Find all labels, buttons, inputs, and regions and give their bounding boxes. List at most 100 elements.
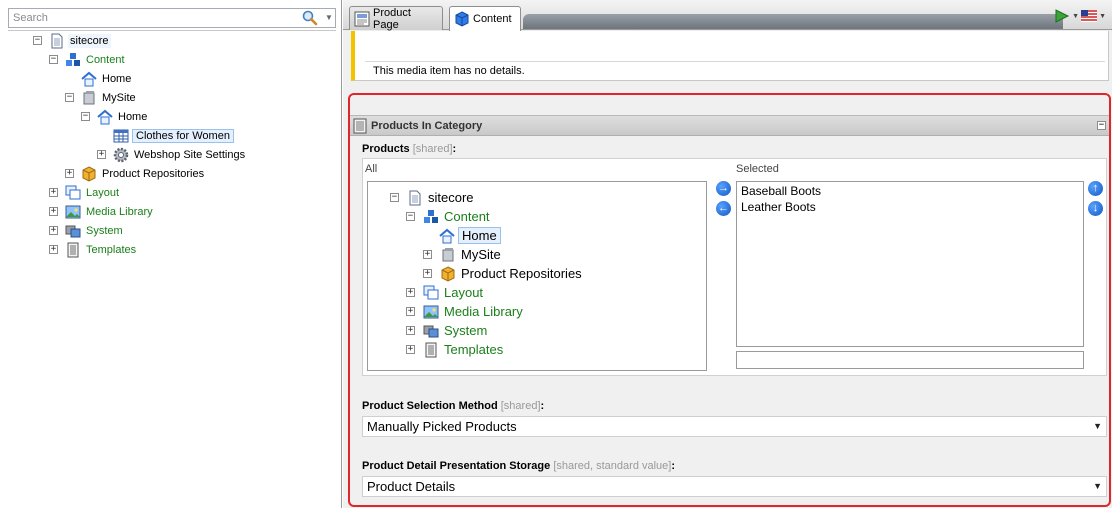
tab-content[interactable]: Content	[449, 6, 521, 31]
language-dropdown-icon[interactable]: ▼	[1099, 13, 1106, 20]
tree-node-sitecore[interactable]: − sitecore	[33, 31, 111, 50]
tree-node-home[interactable]: Home	[65, 69, 133, 88]
search-box[interactable]: ▼	[8, 8, 336, 28]
language-flag-icon[interactable]	[1081, 10, 1098, 22]
tree-label: Media Library	[444, 304, 523, 319]
content-tree-panel: ▼ − sitecore − Content Home − MySite	[0, 0, 342, 508]
template-icon	[67, 242, 79, 257]
expand-icon[interactable]: +	[423, 250, 432, 259]
template-icon	[425, 342, 437, 357]
tree-label: Content	[444, 209, 490, 224]
tab-product-page[interactable]: Product Page	[349, 6, 443, 31]
products-in-category-section: Products In Category − Products [shared]…	[348, 93, 1111, 507]
collapse-icon[interactable]: −	[390, 193, 399, 202]
collapse-icon[interactable]: −	[33, 36, 42, 45]
layout-icon	[423, 285, 439, 299]
expand-icon[interactable]: +	[406, 326, 415, 335]
divider	[365, 61, 1105, 62]
tree-node-templates[interactable]: + Templates	[406, 340, 505, 359]
image-icon	[423, 305, 439, 318]
tree-node-layout[interactable]: + Layout	[406, 283, 485, 302]
search-icon[interactable]	[301, 10, 319, 26]
section-header[interactable]: Products In Category −	[350, 115, 1109, 136]
selected-filter-input[interactable]	[736, 351, 1084, 369]
home-icon	[439, 228, 455, 243]
expand-icon[interactable]: +	[406, 307, 415, 316]
tree-node-layout[interactable]: + Layout	[49, 183, 121, 202]
tree-node-content[interactable]: − Content	[49, 50, 127, 69]
move-up-arrow-icon[interactable]: ↑	[1088, 181, 1103, 196]
selected-item[interactable]: Baseball Boots	[741, 184, 821, 198]
chevron-down-icon[interactable]: ▼	[1093, 477, 1102, 496]
tree-label: Layout	[444, 285, 484, 300]
collapse-icon[interactable]: −	[65, 93, 74, 102]
tree-node-mysite-home[interactable]: − Home	[81, 107, 149, 126]
system-icon	[423, 325, 439, 337]
tree-node-content[interactable]: − Content	[406, 207, 492, 226]
tree-node-media-library[interactable]: + Media Library	[406, 302, 525, 321]
expand-icon[interactable]: +	[49, 226, 58, 235]
move-down-arrow-icon[interactable]: ↓	[1088, 201, 1103, 216]
editor-panel: Product Page Content ▼ ▼ This media item…	[343, 0, 1112, 508]
tree-node-mysite[interactable]: + MySite	[423, 245, 503, 264]
select-value: Manually Picked Products	[367, 419, 517, 434]
grid-table-icon	[113, 129, 129, 142]
selection-method-select[interactable]: Manually Picked Products ▼	[362, 416, 1107, 437]
tree-node-media-library[interactable]: + Media Library	[49, 202, 155, 221]
expand-icon[interactable]: +	[97, 150, 106, 159]
document-icon	[409, 190, 421, 205]
tree-node-sitecore[interactable]: − sitecore	[390, 188, 476, 207]
section-collapse-icon[interactable]: −	[1097, 121, 1106, 130]
expand-icon[interactable]: +	[406, 288, 415, 297]
collapse-icon[interactable]: −	[49, 55, 58, 64]
home-icon	[97, 109, 113, 124]
collapse-icon[interactable]: −	[81, 112, 90, 121]
section-title: Products In Category	[371, 119, 483, 132]
select-value: Product Details	[367, 479, 456, 494]
selection-method-label: Product Selection Method [shared]:	[362, 400, 545, 412]
all-items-tree[interactable]: − sitecore − Content Home + MySite + Pro…	[367, 181, 707, 371]
tree-node-clothes-for-women[interactable]: Clothes for Women	[113, 126, 234, 145]
selected-items-list[interactable]: Baseball Boots Leather Boots	[736, 181, 1084, 347]
package-icon	[82, 165, 96, 182]
expand-icon[interactable]: +	[49, 245, 58, 254]
tree-node-system[interactable]: + System	[49, 221, 125, 240]
tree-label: Content	[86, 53, 125, 66]
selected-item[interactable]: Leather Boots	[741, 200, 816, 214]
tree-node-product-repositories[interactable]: + Product Repositories	[423, 264, 584, 283]
collapse-icon[interactable]: −	[406, 212, 415, 221]
expand-icon[interactable]: +	[65, 169, 74, 178]
remove-from-selected-arrow-icon[interactable]: ←	[716, 201, 731, 216]
tree-label: Templates	[86, 243, 137, 256]
navigate-icon[interactable]	[1054, 8, 1070, 24]
tree-node-templates[interactable]: + Templates	[49, 240, 138, 259]
tree-label-selected: Home	[458, 227, 501, 244]
expand-icon[interactable]: +	[406, 345, 415, 354]
products-field-label: Products [shared]:	[362, 143, 457, 155]
tree-label: Home	[118, 110, 148, 123]
expand-icon[interactable]: +	[49, 188, 58, 197]
media-message: This media item has no details.	[373, 65, 525, 77]
navigate-dropdown-icon[interactable]: ▼	[1072, 13, 1079, 20]
tree-node-product-repositories[interactable]: + Product Repositories	[65, 164, 206, 183]
expand-icon[interactable]: +	[423, 269, 432, 278]
products-multilist: All Selected − sitecore − Content Home +…	[362, 158, 1107, 376]
tree-node-system[interactable]: + System	[406, 321, 489, 340]
chevron-down-icon[interactable]: ▼	[1093, 417, 1102, 436]
media-details-box: This media item has no details.	[351, 31, 1109, 81]
tab-label: Content	[473, 13, 512, 25]
tree-node-home[interactable]: Home	[439, 226, 501, 245]
tree-label: Webshop Site Settings	[134, 148, 246, 161]
tree-node-webshop-site-settings[interactable]: + Webshop Site Settings	[97, 145, 247, 164]
tree-node-mysite[interactable]: − MySite	[65, 88, 138, 107]
tree-label: Product Repositories	[461, 266, 582, 281]
search-options-chevron-icon[interactable]: ▼	[325, 10, 335, 26]
search-input[interactable]	[9, 9, 289, 27]
add-to-selected-arrow-icon[interactable]: →	[716, 181, 731, 196]
expand-icon[interactable]: +	[49, 207, 58, 216]
site-icon	[83, 90, 95, 104]
content-cubes-icon	[424, 209, 438, 223]
gear-icon	[113, 147, 129, 162]
presentation-storage-select[interactable]: Product Details ▼	[362, 476, 1107, 497]
tree-label: sitecore	[68, 33, 111, 48]
